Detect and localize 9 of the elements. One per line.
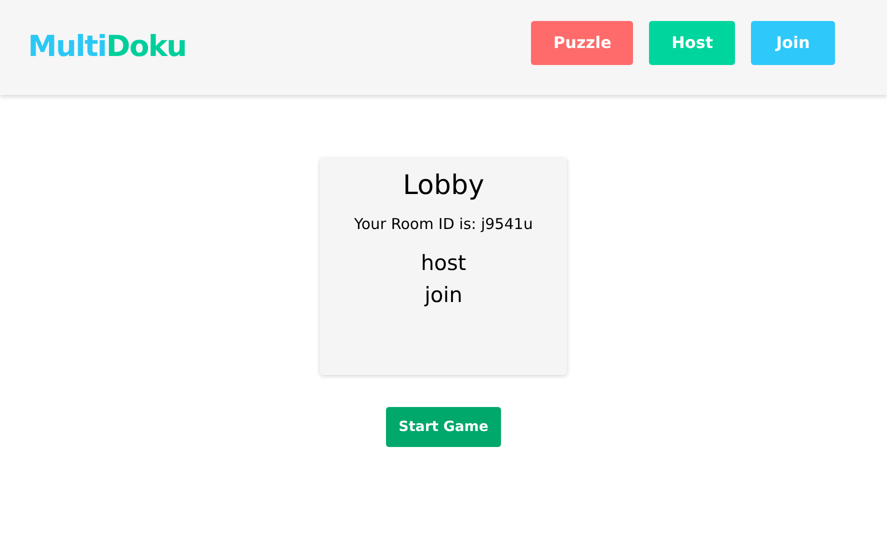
nav-button[interactable]: Host bbox=[649, 20, 735, 64]
start-game-button[interactable]: Start Game bbox=[386, 407, 501, 447]
lobby-title: Lobby bbox=[402, 169, 484, 203]
room-id-text: Your Room ID is: j9541u bbox=[354, 215, 533, 233]
player-name: join bbox=[424, 282, 462, 309]
logo[interactable]: MultiDoku bbox=[28, 28, 186, 62]
nav-button[interactable]: Puzzle bbox=[531, 20, 634, 64]
player-name: host bbox=[420, 250, 466, 277]
nav-button[interactable]: Join bbox=[751, 20, 835, 64]
